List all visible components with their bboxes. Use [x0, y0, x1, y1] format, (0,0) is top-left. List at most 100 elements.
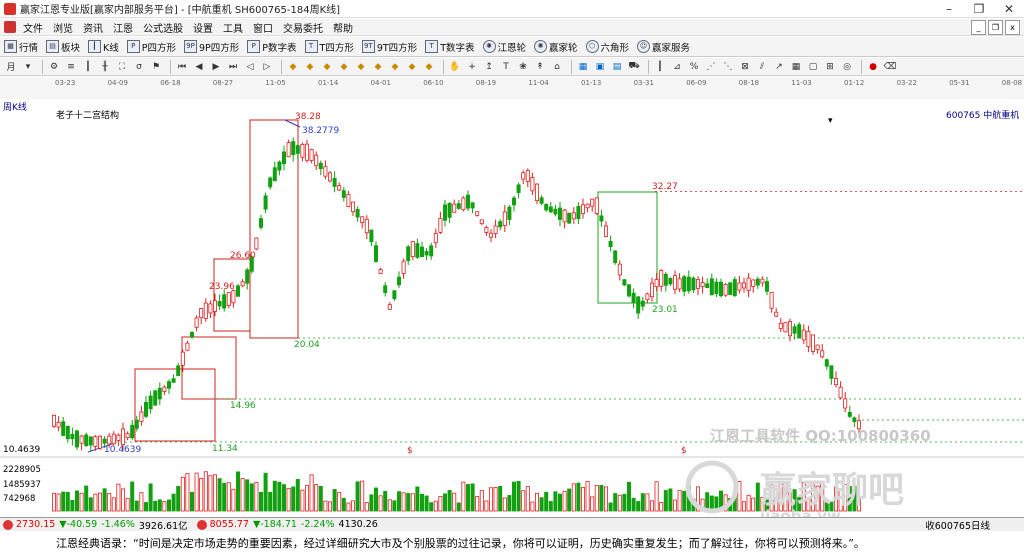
- toolbar-hexagon[interactable]: ⬡ 六角形: [582, 40, 634, 54]
- cycle-icon[interactable]: ◎: [840, 60, 854, 74]
- separator: [42, 59, 43, 74]
- trend-icon[interactable]: ↗: [772, 60, 786, 74]
- step-back-icon[interactable]: ◁: [243, 60, 257, 74]
- mdi-restore-button[interactable]: ❐: [988, 19, 1003, 35]
- mdi-close-button[interactable]: x: [1005, 19, 1020, 35]
- menu-help[interactable]: 帮助: [328, 20, 358, 35]
- toolbar-9p-square[interactable]: 9P 9P四方形: [180, 40, 243, 54]
- sigma-icon[interactable]: σ: [132, 60, 146, 74]
- menu-window[interactable]: 窗口: [248, 20, 278, 35]
- menu-info[interactable]: 资讯: [78, 20, 108, 35]
- diamond-icon[interactable]: ◆: [371, 60, 385, 74]
- flag-icon[interactable]: ⚑: [149, 60, 163, 74]
- toolbar-p-table[interactable]: P P数字表: [243, 40, 300, 54]
- diamond-icon[interactable]: ◆: [405, 60, 419, 74]
- percent-icon[interactable]: %: [687, 60, 701, 74]
- text-icon[interactable]: T: [499, 60, 513, 74]
- table-icon[interactable]: ▦: [576, 60, 590, 74]
- toolbar-quotes[interactable]: ▦ 行情: [0, 40, 42, 54]
- menu-tools[interactable]: 工具: [218, 20, 248, 35]
- color-icon[interactable]: ●: [866, 60, 880, 74]
- toolbar-t-square[interactable]: T T四方形: [301, 40, 358, 54]
- period-selector[interactable]: 月: [4, 60, 18, 74]
- candles-icon[interactable]: ┃: [81, 60, 95, 74]
- restore-button[interactable]: ❐: [964, 0, 994, 18]
- candle-body: [755, 278, 760, 286]
- box-icon[interactable]: ⊠: [738, 60, 752, 74]
- gann-box: [181, 336, 237, 400]
- candle-body: [327, 172, 332, 182]
- candle-body: [829, 365, 834, 379]
- toolbar-service[interactable]: ☺ 赢家服务: [633, 40, 694, 54]
- diamond-icon[interactable]: ◆: [320, 60, 334, 74]
- diamond-icon[interactable]: ◆: [422, 60, 436, 74]
- settings-icon[interactable]: ⚙: [47, 60, 61, 74]
- diamond-icon[interactable]: ◆: [303, 60, 317, 74]
- channel-icon[interactable]: ⫽: [755, 60, 769, 74]
- toolbar-winner-wheel[interactable]: ✺ 赢家轮: [530, 40, 582, 54]
- menu-browse[interactable]: 浏览: [48, 20, 78, 35]
- toolbar-kline[interactable]: ┃ K线: [84, 40, 123, 54]
- toolbar-sectors[interactable]: ▤ 板块: [42, 40, 84, 54]
- toolbar-t-table[interactable]: T T数字表: [421, 40, 478, 54]
- gift-icon[interactable]: ❀: [516, 60, 530, 74]
- bars-icon[interactable]: ╫: [98, 60, 112, 74]
- next-icon[interactable]: ▶: [209, 60, 223, 74]
- erase-icon[interactable]: ⌫: [883, 60, 897, 74]
- lock-icon[interactable]: ⛶: [115, 60, 129, 74]
- crosshair-icon[interactable]: +: [465, 60, 479, 74]
- step-forward-icon[interactable]: ▷: [260, 60, 274, 74]
- square-icon[interactable]: ▢: [806, 60, 820, 74]
- minimize-button[interactable]: –: [934, 0, 964, 18]
- car-icon[interactable]: ⛟: [627, 60, 641, 74]
- multi-icon[interactable]: ⊞: [823, 60, 837, 74]
- toolbar-9t-square[interactable]: 9T 9T四方形: [358, 40, 421, 54]
- date-label: 03-22: [897, 79, 917, 87]
- hand-icon[interactable]: ✋: [448, 60, 462, 74]
- toolbar-p-square[interactable]: P P四方形: [123, 40, 180, 54]
- arrow-up-icon[interactable]: ↥: [482, 60, 496, 74]
- grid-draw-icon[interactable]: ▦: [789, 60, 803, 74]
- pin-icon[interactable]: ↟: [533, 60, 547, 74]
- price-low: 10.4639: [104, 445, 141, 455]
- menu-trade[interactable]: 交易委托: [278, 20, 328, 35]
- menu-gann[interactable]: 江恩: [108, 20, 138, 35]
- save-icon[interactable]: ▣: [593, 60, 607, 74]
- last-icon[interactable]: ⏭: [226, 60, 240, 74]
- candle-body: [728, 282, 733, 295]
- print-icon[interactable]: ▤: [610, 60, 624, 74]
- volume-bar: [433, 500, 438, 512]
- dropdown-arrow-icon[interactable]: ▾: [21, 60, 35, 74]
- fan-icon[interactable]: ⋰: [704, 60, 718, 74]
- menu-settings[interactable]: 设置: [188, 20, 218, 35]
- ruler-icon[interactable]: ┃: [653, 60, 667, 74]
- toolbar-gann-wheel[interactable]: ✺ 江恩轮: [479, 40, 531, 54]
- angle-icon[interactable]: ⊿: [670, 60, 684, 74]
- mdi-minimize-button[interactable]: _: [971, 19, 986, 35]
- candle-body: [682, 276, 687, 292]
- candle-body: [346, 193, 351, 207]
- sz-index-change: ▼-184.71: [252, 519, 297, 530]
- close-button[interactable]: ✕: [994, 0, 1024, 18]
- menu-file[interactable]: 文件: [18, 20, 48, 35]
- diamond-icon[interactable]: ◆: [354, 60, 368, 74]
- gann-fan-icon[interactable]: ⋱: [721, 60, 735, 74]
- diamond-icon[interactable]: ◆: [388, 60, 402, 74]
- volume-bar: [350, 500, 355, 512]
- candle-body: [143, 402, 148, 417]
- candle-body: [355, 209, 360, 218]
- volume-bar: [327, 501, 332, 512]
- prev-icon[interactable]: ◀: [192, 60, 206, 74]
- menu-formula[interactable]: 公式选股: [138, 20, 188, 35]
- volume-bars: [52, 471, 862, 512]
- first-icon[interactable]: ⏮: [175, 60, 189, 74]
- chart-area[interactable]: 03-23 04-09 06-18 08-27 11-05 01-14 04-01 06-10…: [0, 77, 1024, 517]
- candle-body: [222, 294, 227, 309]
- candle-body: [760, 278, 765, 284]
- date-label: 04-09: [108, 79, 128, 87]
- kline-chart[interactable]: 03-23 04-09 06-18 08-27 11-05 01-14 04-01 06-10…: [0, 77, 1024, 517]
- lines-icon[interactable]: ≡: [64, 60, 78, 74]
- diamond-icon[interactable]: ◆: [286, 60, 300, 74]
- marker-icon[interactable]: ⌂: [550, 60, 564, 74]
- diamond-icon[interactable]: ◆: [337, 60, 351, 74]
